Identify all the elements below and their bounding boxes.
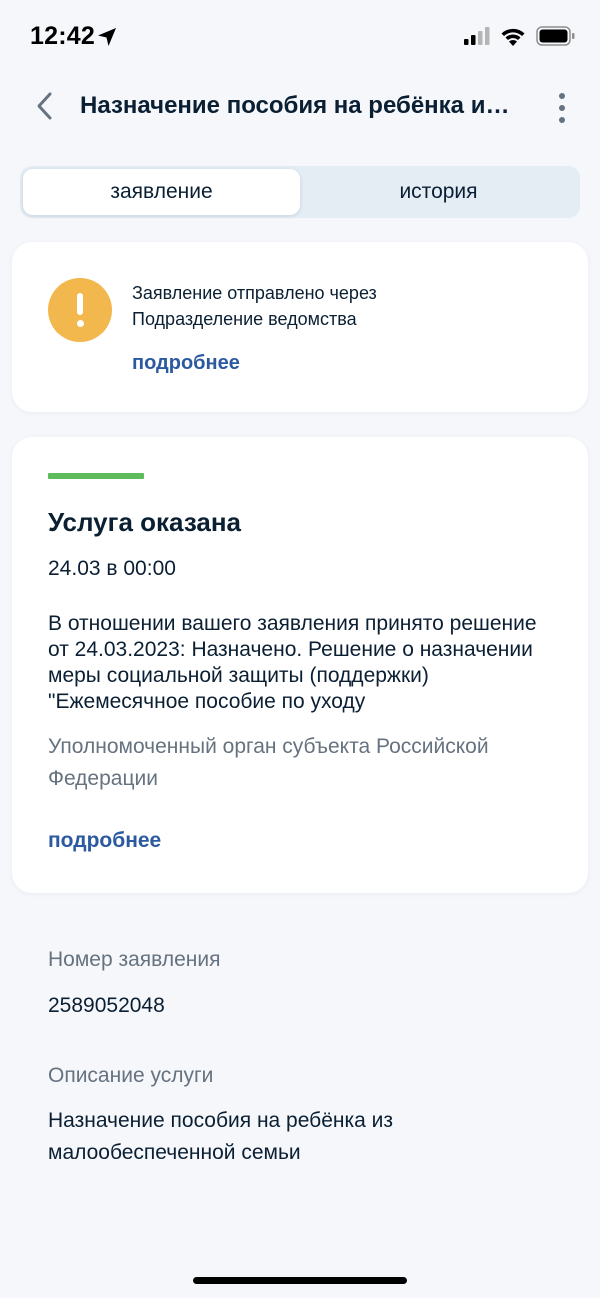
service-description-value: Назначение пособия на ребёнка из малообе… <box>48 1109 394 1164</box>
application-number-label: Номер заявления <box>48 948 221 971</box>
application-number-value: 2589052048 <box>48 994 165 1017</box>
back-button[interactable] <box>24 86 64 126</box>
status-description: В отношении вашего заявления принято реш… <box>48 612 537 713</box>
tab-history[interactable]: история <box>300 169 577 215</box>
warning-icon <box>48 278 112 342</box>
status-more-link[interactable]: подробнее <box>48 829 161 853</box>
notice-card: Заявление отправлено через Подразделение… <box>12 242 588 412</box>
status-organization: Уполномоченный орган субъекта Российской… <box>48 735 489 790</box>
cellular-signal-icon <box>464 27 490 50</box>
notice-text: Заявление отправлено через Подразделение… <box>132 280 552 332</box>
location-arrow-icon <box>96 26 118 53</box>
notice-line: Подразделение ведомства <box>132 309 357 329</box>
notice-line: Заявление отправлено через <box>132 283 377 303</box>
status-time: 12:42 <box>30 22 95 50</box>
more-options-icon[interactable] <box>548 88 576 128</box>
battery-icon <box>536 26 576 51</box>
chevron-left-icon <box>37 92 52 120</box>
header: Назначение пособия на ребёнка из малообе… <box>0 72 600 144</box>
tab-switcher: заявление история <box>20 166 580 218</box>
status-card: Услуга оказана 24.03 в 00:00 В отношении… <box>12 437 588 893</box>
status-indicator-line <box>48 473 144 479</box>
status-bar: 12:42 <box>0 0 600 72</box>
notice-more-link[interactable]: подробнее <box>132 352 240 375</box>
home-indicator[interactable] <box>193 1277 407 1284</box>
status-indicators <box>464 26 576 51</box>
status-title: Услуга оказана <box>48 507 242 537</box>
page-title: Назначение пособия на ребёнка из малообе… <box>80 92 520 119</box>
status-date: 24.03 в 00:00 <box>48 557 176 580</box>
service-description-label: Описание услуги <box>48 1064 214 1087</box>
wifi-icon <box>500 27 526 51</box>
tab-application[interactable]: заявление <box>23 169 300 215</box>
